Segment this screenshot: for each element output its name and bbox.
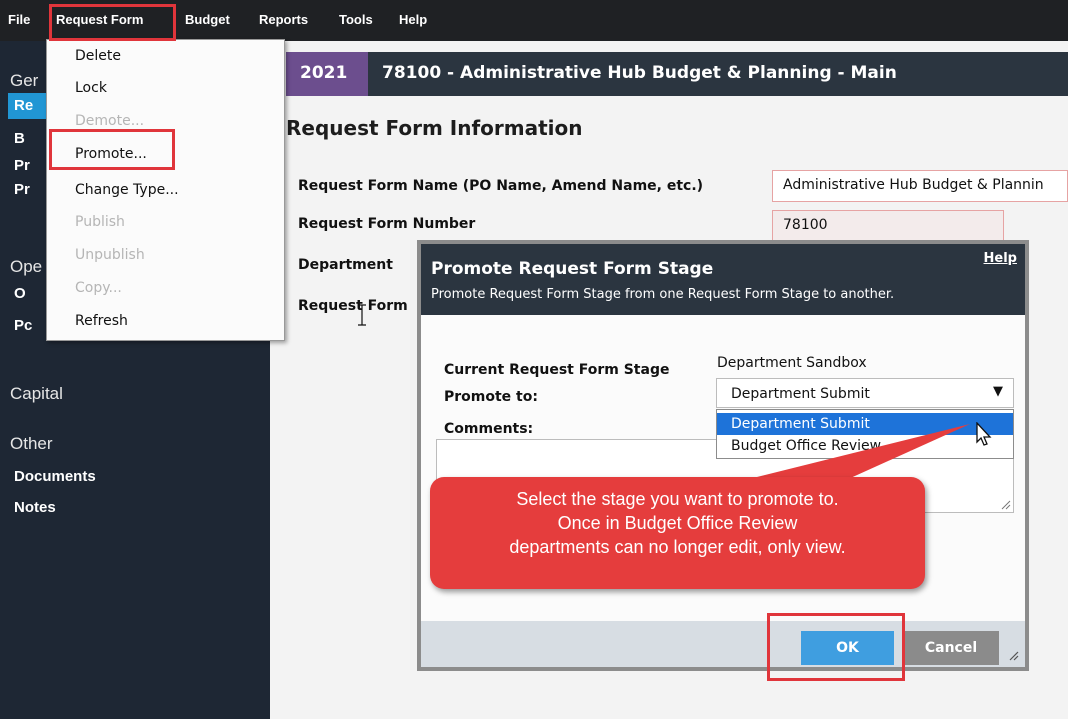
sidebar-item-documents[interactable]: Documents xyxy=(14,468,96,485)
dropdown-arrow-icon[interactable]: ▼ xyxy=(993,384,1003,399)
menu-budget[interactable]: Budget xyxy=(185,12,230,27)
menu-item-publish[interactable]: Publish xyxy=(75,214,125,230)
promote-to-select[interactable]: Department Submit ▼ xyxy=(716,378,1014,408)
current-stage-label: Current Request Form Stage xyxy=(444,362,670,378)
option-department-submit[interactable]: Department Submit xyxy=(717,413,1013,435)
request-form-name-input[interactable]: Administrative Hub Budget & Plannin xyxy=(772,170,1068,202)
callout-line-3: departments can no longer edit, only vie… xyxy=(509,537,846,557)
department-label: Department xyxy=(298,257,393,273)
menu-item-copy[interactable]: Copy... xyxy=(75,280,122,296)
highlight-request-form-menu xyxy=(49,4,176,41)
sidebar-item-o[interactable]: O xyxy=(14,285,26,302)
sidebar-section-capital[interactable]: Capital xyxy=(10,384,63,404)
request-form-name-label: Request Form Name (PO Name, Amend Name, … xyxy=(298,178,704,194)
menu-reports[interactable]: Reports xyxy=(259,12,308,27)
sidebar-item-p2[interactable]: Pr xyxy=(14,181,30,198)
menu-file[interactable]: File xyxy=(8,12,30,27)
dialog-title: Promote Request Form Stage xyxy=(431,259,714,279)
sidebar-item-notes[interactable]: Notes xyxy=(14,499,56,516)
menu-help[interactable]: Help xyxy=(399,12,427,27)
sidebar-item-p1[interactable]: Pr xyxy=(14,157,30,174)
sidebar-section-ops: Ope xyxy=(10,257,43,276)
text-cursor-icon xyxy=(358,304,366,326)
menu-item-refresh[interactable]: Refresh xyxy=(75,313,128,329)
comments-label: Comments: xyxy=(444,421,534,437)
request-form-number-label: Request Form Number xyxy=(298,216,476,232)
promote-to-label: Promote to: xyxy=(444,389,538,405)
dialog-footer: OK Cancel xyxy=(421,621,1025,667)
menu-item-delete[interactable]: Delete xyxy=(75,48,121,64)
form-heading: Request Form Information xyxy=(286,116,583,140)
menu-item-demote[interactable]: Demote... xyxy=(75,113,144,129)
record-title-bar: 2021 78100 - Administrative Hub Budget &… xyxy=(286,52,1068,96)
dialog-resize-icon[interactable] xyxy=(1009,651,1019,661)
callout-line-2: Once in Budget Office Review xyxy=(557,513,798,533)
request-form-number-input[interactable]: 78100 xyxy=(772,210,1004,242)
sidebar-section-other[interactable]: Other xyxy=(10,434,53,454)
current-stage-value: Department Sandbox xyxy=(717,355,867,371)
dialog-subtitle: Promote Request Form Stage from one Requ… xyxy=(431,287,895,302)
menu-item-lock[interactable]: Lock xyxy=(75,80,107,96)
year-badge: 2021 xyxy=(286,52,368,96)
help-link[interactable]: Help xyxy=(984,251,1017,266)
menu-tools[interactable]: Tools xyxy=(339,12,373,27)
cancel-button[interactable]: Cancel xyxy=(903,631,999,665)
annotation-callout: Select the stage you want to promote to.… xyxy=(430,477,925,589)
request-form-menu: Delete Lock Demote... Promote... Change … xyxy=(46,39,285,341)
sidebar-item-pc[interactable]: Pc xyxy=(14,317,32,334)
record-title: 78100 - Administrative Hub Budget & Plan… xyxy=(382,63,897,83)
mouse-pointer-icon xyxy=(975,421,995,452)
resize-grip-icon[interactable] xyxy=(1001,500,1011,510)
promote-to-value: Department Submit xyxy=(731,386,870,402)
promote-to-options: Department Submit Budget Office Review xyxy=(716,409,1014,459)
dialog-header: Promote Request Form Stage Promote Reque… xyxy=(421,244,1025,315)
sidebar-item-budget[interactable]: B xyxy=(14,130,25,147)
request-form-type-label: Request Form xyxy=(298,298,408,314)
highlight-promote-item xyxy=(49,129,175,170)
promote-dialog: Promote Request Form Stage Promote Reque… xyxy=(417,240,1029,671)
highlight-ok-button xyxy=(767,613,905,681)
menu-item-unpublish[interactable]: Unpublish xyxy=(75,247,145,263)
sidebar-item-request[interactable]: Re xyxy=(14,97,33,114)
option-budget-office-review[interactable]: Budget Office Review xyxy=(717,435,1013,457)
menu-item-change-type[interactable]: Change Type... xyxy=(75,182,179,198)
sidebar-section-general: Ger xyxy=(10,71,39,90)
year-label: 2021 xyxy=(300,63,348,83)
callout-line-1: Select the stage you want to promote to. xyxy=(516,489,839,509)
